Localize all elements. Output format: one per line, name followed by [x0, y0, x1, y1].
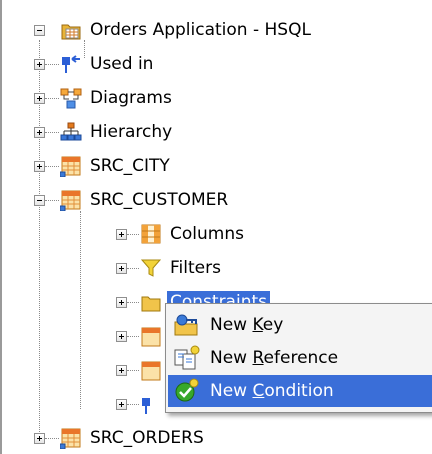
tree-line: [127, 302, 139, 303]
expand-toggle[interactable]: [34, 59, 45, 70]
data-model-icon: [60, 19, 82, 41]
collapse-toggle[interactable]: [34, 25, 45, 36]
expand-toggle[interactable]: [116, 399, 127, 410]
tree-node-label: Hierarchy: [90, 122, 173, 142]
expand-toggle[interactable]: [116, 331, 127, 342]
tree-line: [127, 336, 139, 337]
collapse-toggle[interactable]: [34, 195, 45, 206]
datastore-icon: [60, 189, 82, 211]
new-condition-icon: [172, 378, 200, 404]
filter-icon: [140, 257, 162, 279]
datastore-icon: [140, 326, 162, 348]
tree-node-label: Columns: [170, 224, 244, 244]
hierarchy-icon: [60, 121, 82, 143]
tree-node-src-city[interactable]: SRC_CITY: [60, 154, 173, 178]
context-menu: New Key New Reference New Condition: [165, 303, 432, 413]
tree-line: [127, 268, 139, 269]
tree-line: [45, 166, 59, 167]
tree-node-root[interactable]: Orders Application - HSQL: [60, 18, 314, 42]
new-reference-icon: [172, 345, 200, 371]
expand-toggle[interactable]: [116, 263, 127, 274]
expand-toggle[interactable]: [116, 365, 127, 376]
constraint-folder-icon: [140, 291, 162, 313]
window-edge: [0, 0, 2, 454]
tree-node-filters[interactable]: Filters: [140, 256, 224, 280]
tree-line: [127, 404, 139, 405]
tree-line: [45, 438, 59, 439]
expand-toggle[interactable]: [34, 93, 45, 104]
menu-item-new-reference[interactable]: New Reference: [168, 342, 432, 374]
tree-line: [45, 200, 59, 201]
menu-item-label: New Key: [210, 315, 284, 335]
arrow-in-icon: [60, 53, 82, 75]
expand-toggle[interactable]: [116, 297, 127, 308]
tree-line: [127, 370, 139, 371]
expand-toggle[interactable]: [116, 229, 127, 240]
tree-node-label: Used in: [90, 54, 154, 74]
expand-toggle[interactable]: [34, 127, 45, 138]
tree-line: [127, 234, 139, 235]
expand-toggle[interactable]: [34, 433, 45, 444]
new-key-icon: [172, 312, 200, 338]
datastore-icon: [60, 155, 82, 177]
diagram-icon: [60, 87, 82, 109]
menu-item-label: New Condition: [210, 381, 334, 401]
tree-node-src-orders[interactable]: SRC_ORDERS: [60, 426, 207, 450]
menu-item-new-key[interactable]: New Key: [168, 309, 432, 341]
tree-node-columns[interactable]: Columns: [140, 222, 247, 246]
expand-toggle[interactable]: [34, 161, 45, 172]
tree-node-src-customer[interactable]: SRC_CUSTOMER: [60, 188, 231, 212]
menu-item-new-condition[interactable]: New Condition: [168, 375, 432, 407]
tree-node-hierarchy[interactable]: Hierarchy: [60, 120, 175, 144]
datastore-icon: [140, 360, 162, 382]
menu-item-label: New Reference: [210, 348, 339, 368]
tree-line: [80, 211, 81, 409]
tree-line: [45, 132, 59, 133]
tree-line: [45, 98, 59, 99]
tree-node-label: Diagrams: [90, 88, 172, 108]
tree-node-label: SRC_CITY: [90, 156, 170, 176]
columns-icon: [140, 223, 162, 245]
tree-node-diagrams[interactable]: Diagrams: [60, 86, 175, 110]
tree-node-used-in[interactable]: Used in: [60, 52, 156, 76]
tree-node-label: SRC_ORDERS: [90, 428, 204, 448]
tree-node-label: Orders Application - HSQL: [90, 20, 311, 40]
tree-node-label: Filters: [170, 258, 221, 278]
arrow-in-icon: [140, 394, 162, 416]
tree-node-label: SRC_CUSTOMER: [90, 190, 229, 210]
tree-line: [45, 64, 59, 65]
datastore-icon: [60, 427, 82, 449]
